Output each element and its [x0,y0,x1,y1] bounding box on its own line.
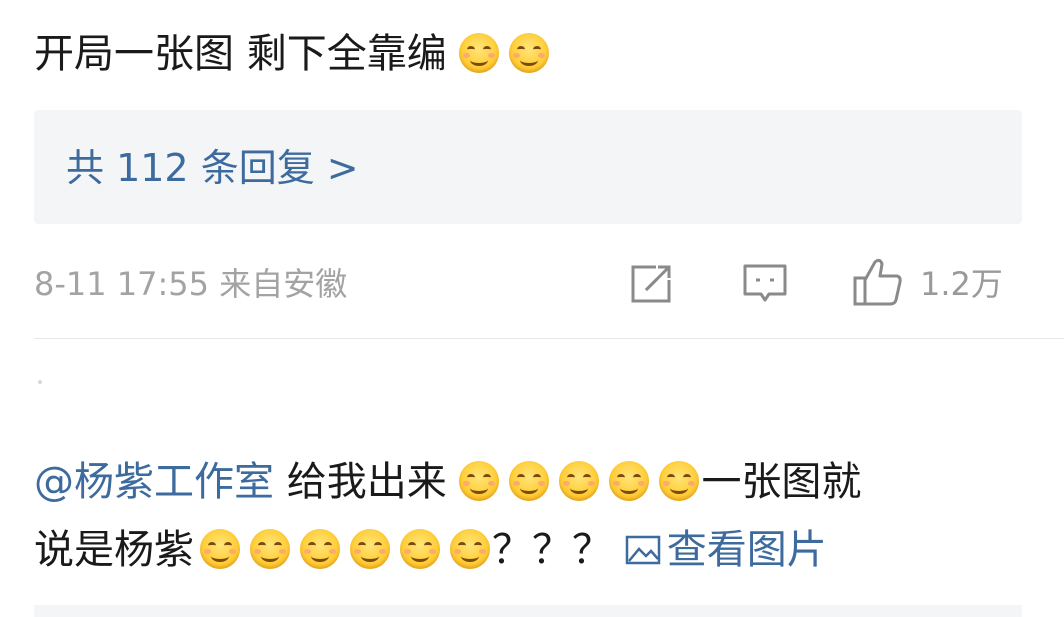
share-icon[interactable] [630,262,674,306]
smile-emoji-icon [400,529,440,569]
image-icon [625,535,660,565]
reply-line-2: 说是杨紫 ？？？ 查看图片 [34,520,827,580]
like-count: 1.2万 [920,265,1003,303]
reply-text-d: ？？？ [492,527,625,573]
divider [34,338,1064,339]
post-text: 开局一张图 剩下全靠编 [34,31,447,77]
reply-text-c: 说是杨紫 [34,527,194,573]
smile-emoji-icon [459,461,500,501]
reply-line-1: @杨紫工作室 给我出来 一张图就 [34,452,861,512]
smile-emoji-icon [450,529,490,569]
smile-emoji-icon [459,33,500,73]
smile-emoji-icon [659,461,700,501]
comment-icon[interactable] [742,262,788,308]
smile-emoji-icon [250,529,290,569]
view-image-label: 查看图片 [666,527,827,573]
smile-emoji-icon [609,461,650,501]
post-meta: 8-11 17:55 来自安徽 [34,265,348,303]
post-text-line: 开局一张图 剩下全靠编 [34,22,559,86]
smile-emoji-icon [509,461,550,501]
separator-dot [38,380,42,384]
reply-text-b: 一张图就 [701,459,862,505]
smile-emoji-icon [350,529,390,569]
mention-link[interactable]: @杨紫工作室 [34,459,274,505]
smile-emoji-icon [200,529,240,569]
thumbs-up-icon[interactable] [852,256,904,308]
next-replies-panel [34,605,1022,617]
smile-emoji-icon [509,33,550,73]
view-replies-link[interactable]: 共 112 条回复 > [66,140,359,196]
smile-emoji-icon [300,529,340,569]
reply-text-a: 给我出来 [274,459,460,505]
smile-emoji-icon [559,461,600,501]
view-image-link[interactable]: 查看图片 [625,527,827,573]
